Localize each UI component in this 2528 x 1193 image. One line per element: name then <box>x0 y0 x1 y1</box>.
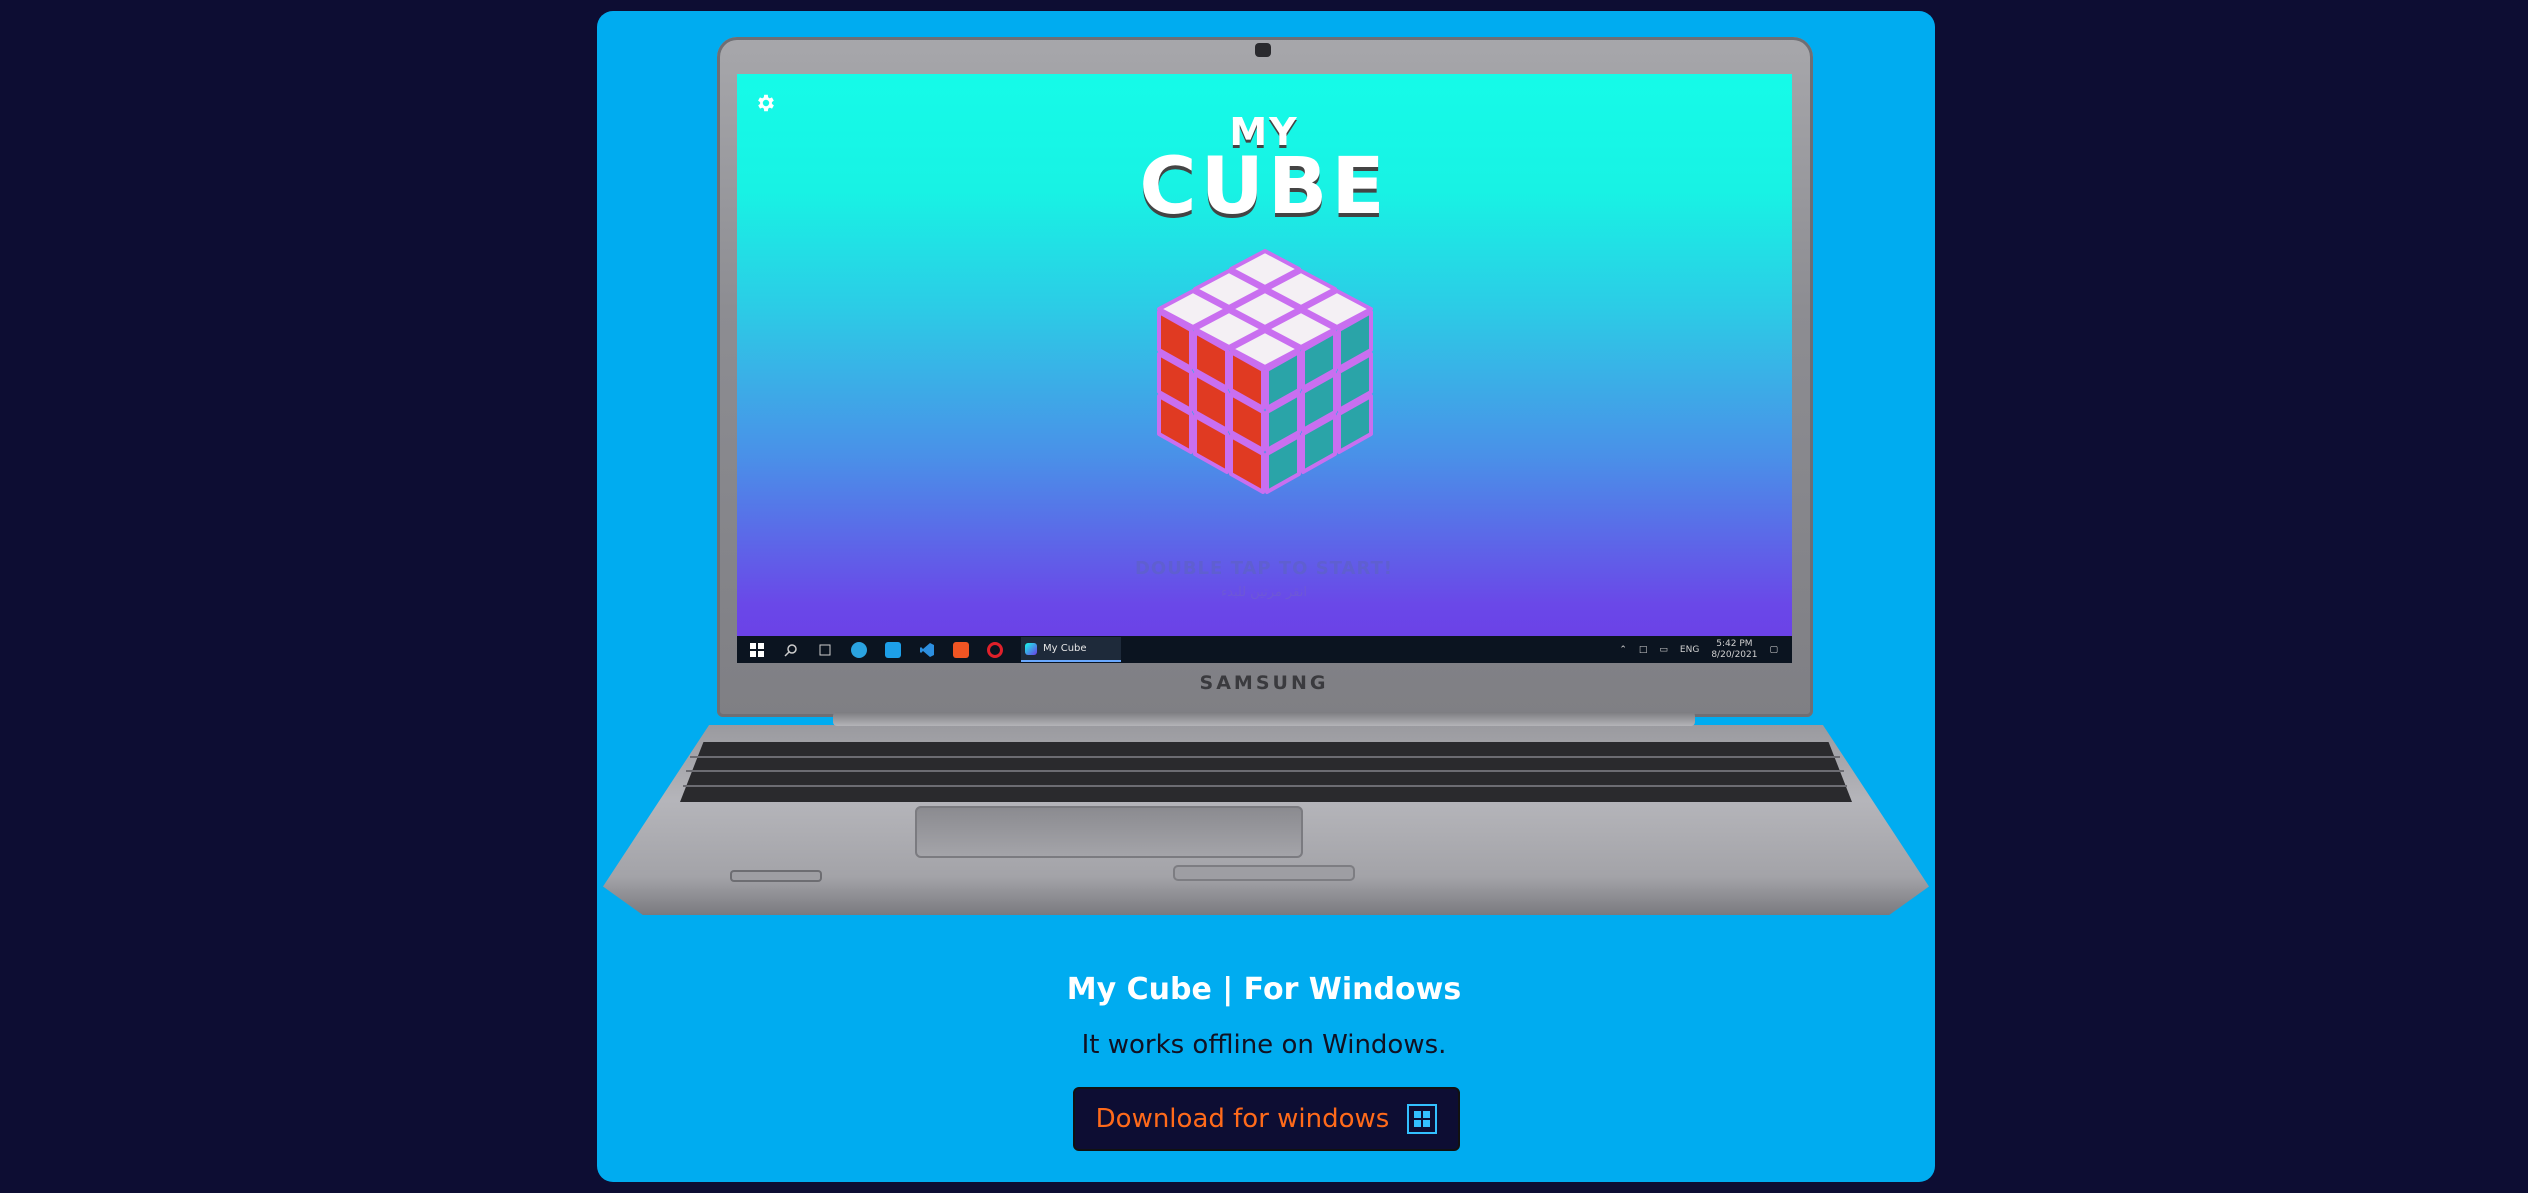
rubiks-cube-illustration <box>1157 249 1373 494</box>
taskbar-app-my-cube[interactable]: My Cube <box>1021 637 1121 662</box>
telegram-icon[interactable] <box>851 641 867 658</box>
keyboard-row <box>683 785 1847 787</box>
system-tray: ⌃ □ ▭ ENG 5:42 PM 8/20/2021 ▢ <box>1619 636 1778 663</box>
app-icon[interactable] <box>885 641 901 658</box>
brave-icon[interactable] <box>953 641 969 658</box>
chevron-up-icon[interactable]: ⌃ <box>1619 645 1627 655</box>
my-cube-app-icon <box>1025 642 1037 655</box>
clock-date: 8/20/2021 <box>1711 649 1758 660</box>
start-hint: DOUBLE TAP TO START! <box>1134 558 1394 579</box>
clock-time: 5:42 PM <box>1716 638 1753 649</box>
start-hint-arabic: انقر مرتين للبدء <box>1221 585 1307 600</box>
download-windows-button[interactable]: Download for windows <box>1073 1087 1460 1151</box>
section-heading: My Cube | For Windows <box>1066 972 1462 1007</box>
webcam <box>1255 43 1271 57</box>
laptop-brand-logo: SAMSUNG <box>1199 672 1329 694</box>
network-icon[interactable]: □ <box>1639 645 1648 655</box>
laptop-side-slot <box>730 870 822 882</box>
notification-icon[interactable]: ▢ <box>1769 645 1778 655</box>
language-indicator[interactable]: ENG <box>1680 645 1699 655</box>
download-button-label: Download for windows <box>1095 1104 1390 1134</box>
laptop-keyboard <box>680 742 1852 802</box>
windows-icon <box>1407 1104 1438 1134</box>
laptop-front-latch <box>1173 865 1355 881</box>
game-title-cube: CUBE <box>1139 142 1389 232</box>
windows-taskbar: My Cube ⌃ □ ▭ ENG 5:42 PM 8/20/2021 ▢ <box>737 636 1792 663</box>
section-description: It works offline on Windows. <box>1081 1030 1447 1060</box>
battery-icon[interactable]: ▭ <box>1659 645 1668 655</box>
taskbar-clock[interactable]: 5:42 PM 8/20/2021 <box>1711 639 1757 661</box>
keyboard-row <box>690 756 1840 758</box>
taskbar-app-label: My Cube <box>1043 643 1087 654</box>
keyboard-row <box>686 770 1844 772</box>
windows-start-icon[interactable] <box>749 642 765 658</box>
laptop-touchpad <box>915 806 1303 858</box>
task-view-icon[interactable] <box>817 642 833 658</box>
vscode-icon[interactable] <box>919 642 935 658</box>
search-icon[interactable] <box>783 642 799 658</box>
opera-icon[interactable] <box>987 641 1003 658</box>
laptop-hinge <box>833 712 1695 726</box>
